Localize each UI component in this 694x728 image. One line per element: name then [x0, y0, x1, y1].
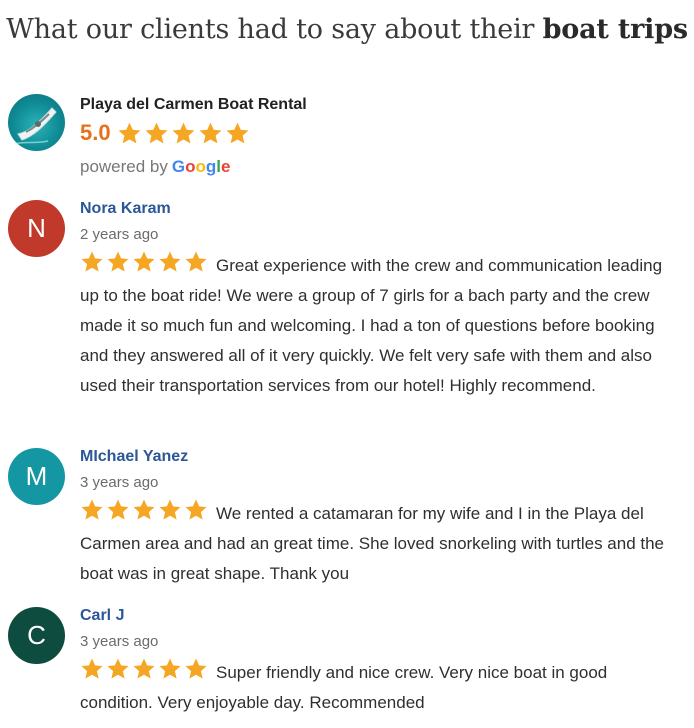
- business-name[interactable]: Playa del Carmen Boat Rental: [80, 96, 307, 114]
- review-star-rating: [80, 498, 210, 522]
- star-icon: [133, 251, 155, 272]
- review-body: We rented a catamaran for my wife and I …: [80, 498, 680, 589]
- review-body: Great experience with the crew and commu…: [80, 250, 680, 401]
- star-icon: [118, 122, 141, 143]
- star-icon: [185, 658, 207, 679]
- star-icon: [107, 251, 129, 272]
- reviewer-name[interactable]: Carl J: [80, 607, 124, 625]
- star-icon: [159, 499, 181, 520]
- business-rating-value: 5.0: [80, 120, 111, 145]
- reviewer-avatar[interactable]: N: [8, 200, 65, 257]
- star-icon: [159, 658, 181, 679]
- star-icon: [81, 251, 103, 272]
- review-body: Super friendly and nice crew. Very nice …: [80, 657, 680, 718]
- star-icon: [81, 499, 103, 520]
- review-star-rating: [80, 250, 210, 274]
- star-icon: [185, 499, 207, 520]
- reviewer-name[interactable]: MIchael Yanez: [80, 448, 188, 466]
- reviewer-avatar[interactable]: C: [8, 607, 65, 664]
- review-text: Great experience with the crew and commu…: [80, 256, 663, 395]
- review-time: 3 years ago: [80, 474, 159, 491]
- reviewer-avatar[interactable]: M: [8, 448, 65, 505]
- star-icon: [133, 658, 155, 679]
- reviewer-name[interactable]: Nora Karam: [80, 200, 171, 218]
- star-icon: [185, 251, 207, 272]
- powered-by-google: powered by Google: [80, 157, 231, 177]
- review-time: 3 years ago: [80, 633, 159, 650]
- star-icon: [145, 122, 168, 143]
- star-icon: [226, 122, 249, 143]
- star-icon: [199, 122, 222, 143]
- star-icon: [133, 499, 155, 520]
- star-icon: [81, 658, 103, 679]
- business-rating-row: 5.0: [80, 118, 252, 148]
- star-icon: [172, 122, 195, 143]
- review-time: 2 years ago: [80, 226, 159, 243]
- boat-photo-icon: [8, 94, 65, 151]
- heading-bold-text: boat trips: [542, 14, 688, 45]
- powered-by-label: powered by: [80, 157, 168, 176]
- star-icon: [107, 658, 129, 679]
- review-star-rating: [80, 657, 210, 681]
- star-icon: [159, 251, 181, 272]
- page-heading: What our clients had to say about their …: [0, 14, 694, 45]
- heading-text: What our clients had to say about their: [6, 14, 543, 45]
- google-logo: Google: [171, 157, 231, 176]
- business-star-rating: [117, 121, 252, 146]
- business-summary: Playa del Carmen Boat Rental 5.0 powered…: [8, 92, 688, 182]
- star-icon: [107, 499, 129, 520]
